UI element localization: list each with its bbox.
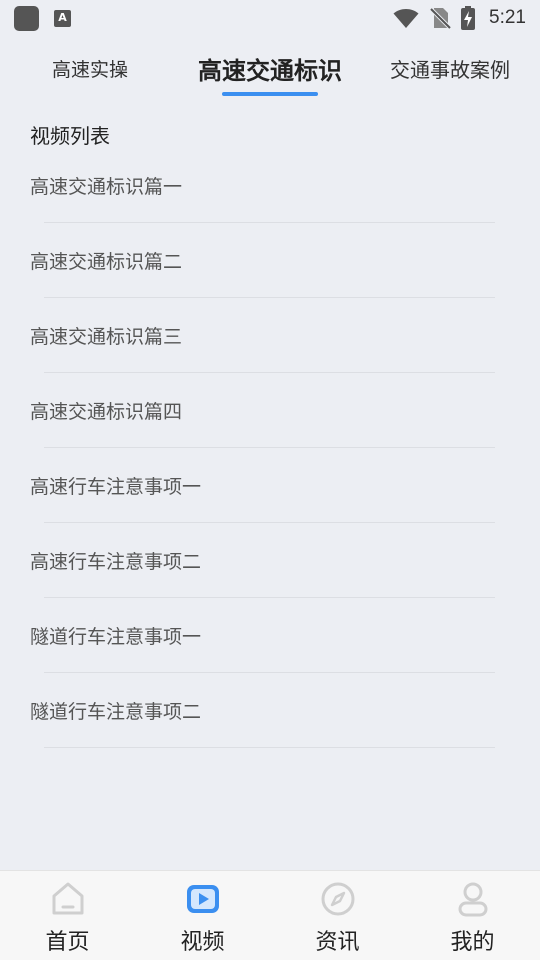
video-title: 高速交通标识篇二 (30, 251, 183, 273)
nav-news-label: 资讯 (315, 930, 360, 955)
bottom-nav: 首页 视频 资讯 我的 (0, 870, 540, 960)
app-notification-icon (14, 6, 39, 31)
video-list: 高速交通标识篇一 高速交通标识篇二 高速交通标识篇三 高速交通标识篇四 高速行车… (0, 148, 540, 748)
home-icon (49, 880, 87, 918)
list-item[interactable]: 高速交通标识篇四 (0, 373, 540, 448)
keyboard-notification-icon: A (54, 10, 71, 27)
section-title: 视频列表 (30, 124, 110, 148)
nav-news[interactable]: 资讯 (270, 871, 405, 960)
wifi-icon (393, 9, 419, 28)
nav-profile-label: 我的 (450, 930, 495, 955)
nav-profile[interactable]: 我的 (405, 871, 540, 960)
nav-video-label: 视频 (180, 930, 225, 955)
list-item[interactable]: 高速行车注意事项一 (0, 448, 540, 523)
status-icons: 5:21 (393, 5, 526, 31)
category-tabs: 高速实操 高速交通标识 交通事故案例 (0, 36, 540, 100)
video-title: 隧道行车注意事项二 (30, 701, 202, 723)
active-tab-indicator (222, 92, 318, 96)
list-item[interactable]: 高速行车注意事项二 (0, 523, 540, 598)
video-title: 高速行车注意事项二 (30, 551, 202, 573)
nav-home[interactable]: 首页 (0, 871, 135, 960)
list-item[interactable]: 高速交通标识篇三 (0, 298, 540, 373)
nav-video[interactable]: 视频 (135, 871, 270, 960)
compass-icon (319, 880, 357, 918)
tab-highway-practice[interactable]: 高速实操 (20, 36, 160, 100)
nav-home-label: 首页 (45, 930, 90, 955)
status-bar: A 5:21 (0, 0, 540, 36)
divider (44, 747, 495, 748)
list-item[interactable]: 高速交通标识篇一 (0, 148, 540, 223)
list-item[interactable]: 隧道行车注意事项二 (0, 673, 540, 748)
clock: 5:21 (489, 7, 526, 28)
battery-charging-icon (461, 6, 476, 30)
video-title: 隧道行车注意事项一 (30, 626, 202, 648)
tab-traffic-accident-cases[interactable]: 交通事故案例 (380, 36, 520, 100)
list-item[interactable]: 隧道行车注意事项一 (0, 598, 540, 673)
video-title: 高速交通标识篇三 (30, 326, 183, 348)
list-item[interactable]: 高速交通标识篇二 (0, 223, 540, 298)
video-title: 高速交通标识篇四 (30, 401, 183, 423)
no-sim-icon (429, 7, 452, 30)
profile-icon (454, 880, 492, 918)
video-title: 高速交通标识篇一 (30, 176, 183, 198)
video-icon (184, 880, 222, 918)
tab-highway-traffic-signs[interactable]: 高速交通标识 (185, 36, 355, 100)
video-title: 高速行车注意事项一 (30, 476, 202, 498)
